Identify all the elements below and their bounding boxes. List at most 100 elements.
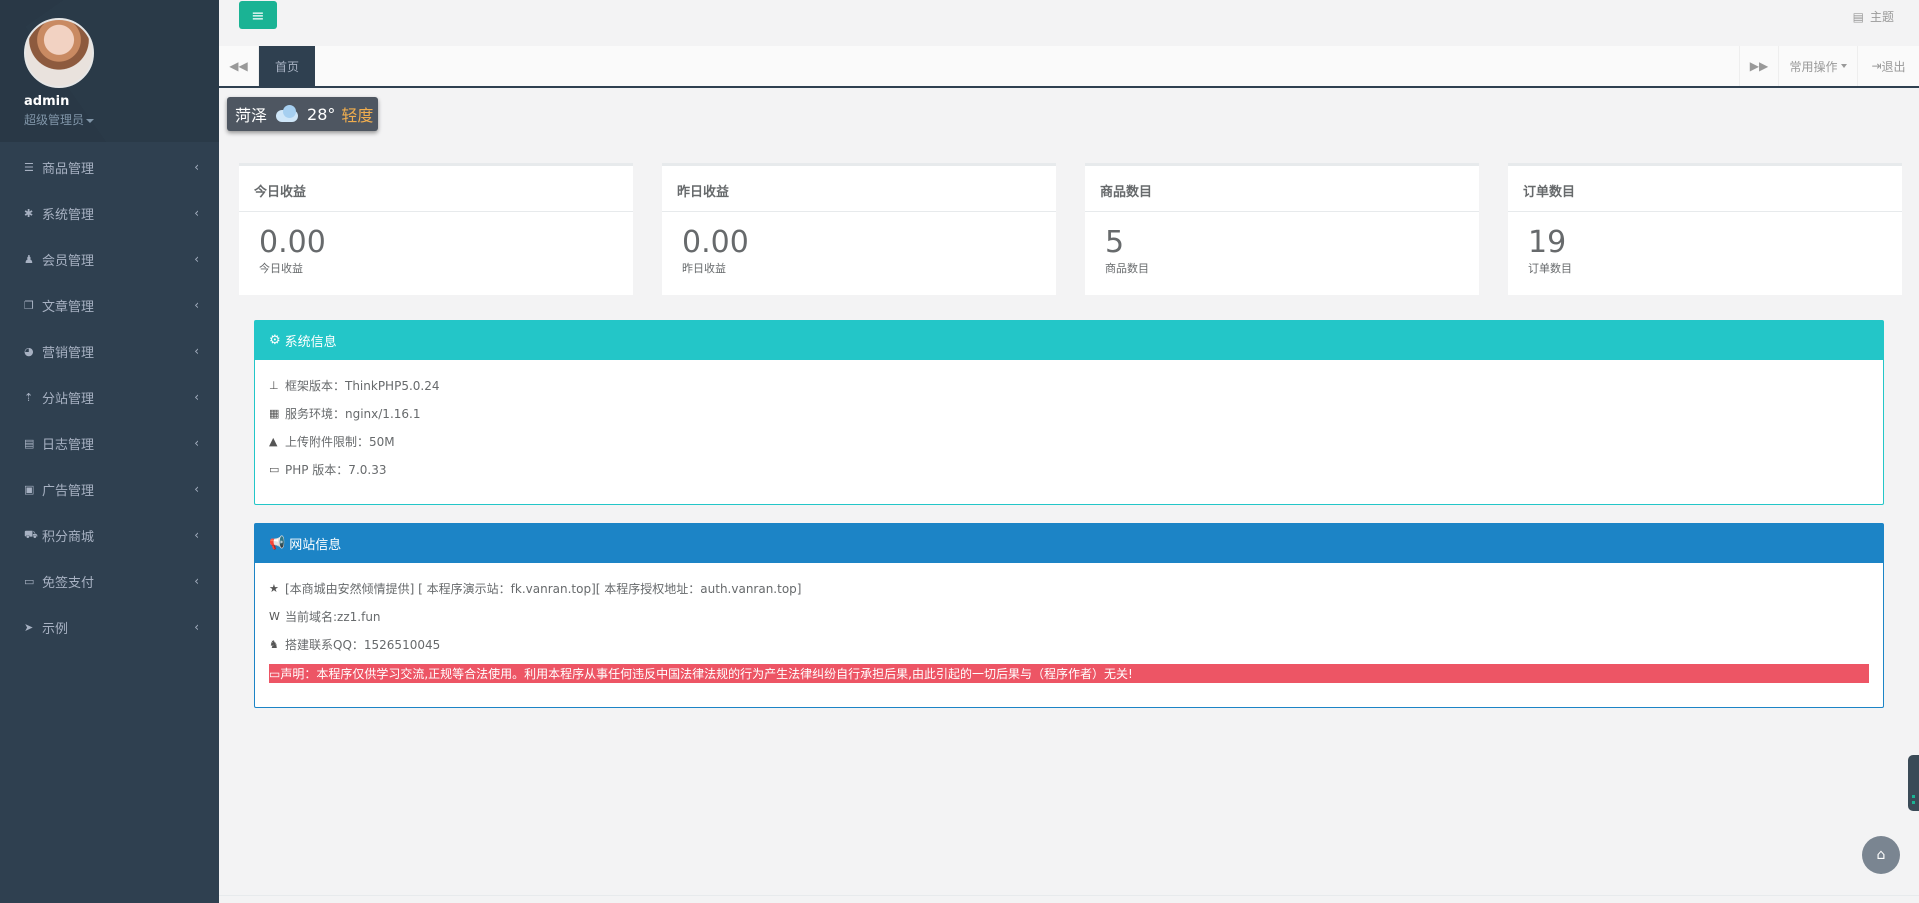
home-icon: ⌂ (1876, 847, 1886, 863)
info-row: W 当前域名:zz1.fun (269, 602, 1869, 630)
panel-title: 系统信息 (284, 335, 337, 350)
stat-card-goods-count: 商品数目 5 商品数目 (1085, 163, 1479, 295)
menu-toggle-button[interactable]: ≡ (239, 1, 277, 29)
bars-icon: ≡ (251, 5, 265, 25)
logout-button[interactable]: ⇥ 退出 (1858, 46, 1919, 86)
panel-title: 网站信息 (289, 538, 342, 553)
star-icon: ★ (269, 581, 279, 595)
wikipedia-icon: W (269, 609, 280, 623)
theme-drawer-handle[interactable] (1908, 755, 1919, 811)
user-role-dropdown[interactable]: 超级管理员 (24, 111, 95, 128)
bars-icon: ☰ (24, 160, 34, 174)
weather-air-quality: 轻度 (341, 106, 374, 125)
disclaimer-notice: ▭ 声明：本程序仅供学习交流,正规等合法使用。利用本程序从事任何违反中国法律法规的… (269, 664, 1869, 683)
sidebar-item-points-mall[interactable]: ⛟ 积分商城 ‹ (0, 512, 219, 558)
common-ops-label: 常用操作 (1789, 59, 1838, 74)
list-icon: ▤ (24, 436, 35, 450)
common-ops-dropdown[interactable]: 常用操作 (1779, 46, 1858, 86)
current-domain: 当前域名:zz1.fun (285, 609, 381, 624)
sidebar-item-payment[interactable]: ▭ 免签支付 ‹ (0, 558, 219, 604)
sidebar-item-label: 积分商城 (42, 529, 95, 545)
cogs-icon: ⚙ (269, 333, 281, 348)
warning-icon: ▲ (269, 434, 278, 448)
stat-value: 5 (1105, 225, 1125, 260)
footer-divider (219, 895, 1919, 896)
sidebar-nav: ☰ 商品管理 ‹ ✱ 系统管理 ‹ ♟ 会员管理 ‹ ❐ 文章管理 ‹ ◕ 营销管理 ‹ ⇡ 分站管理… (0, 144, 219, 650)
stat-title: 今日收益 (239, 166, 633, 212)
chevron-left-icon: ‹ (194, 482, 199, 496)
pie-chart-icon: ◕ (24, 344, 34, 358)
sidebar: admin 超级管理员 ☰ 商品管理 ‹ ✱ 系统管理 ‹ ♟ 会员管理 ‹ ❐ 文章管理 ‹ … (0, 0, 219, 903)
server-icon: ▤ (1852, 9, 1864, 24)
credit-card-icon: ▭ (269, 462, 280, 476)
framework-version: 框架版本：ThinkPHP5.0.24 (285, 378, 440, 393)
server-env: 服务环境：nginx/1.16.1 (285, 406, 421, 421)
main-area: ≡ ▤ 主题 ◀◀ 首页 ▶▶ 常用操作 ⇥ 退出 菏泽 28° 轻度 今日收益 0… (219, 0, 1919, 903)
chevron-left-icon: ‹ (194, 160, 199, 174)
chevron-left-icon: ‹ (194, 620, 199, 634)
tab-home[interactable]: 首页 (259, 46, 315, 86)
tab-scroll-left-button[interactable]: ◀◀ (219, 46, 259, 86)
system-info-panel: ⚙ 系统信息 ⊥ 框架版本：ThinkPHP5.0.24 ▦ 服务环境：nginx/1… (254, 320, 1884, 505)
disclaimer-text: 声明：本程序仅供学习交流,正规等合法使用。利用本程序从事任何违反中国法律法规的行… (280, 667, 1133, 681)
user-name: admin (24, 94, 70, 109)
sidebar-item-articles[interactable]: ❐ 文章管理 ‹ (0, 282, 219, 328)
chevron-left-icon: ‹ (194, 298, 199, 312)
chevron-left-icon: ‹ (194, 436, 199, 450)
sidebar-item-label: 文章管理 (42, 299, 95, 315)
image-icon: ▣ (24, 482, 35, 496)
stat-subtitle: 订单数目 (1528, 262, 1572, 275)
contact-qq: 搭建联系QQ：1526510045 (285, 637, 441, 652)
stat-card-order-count: 订单数目 19 订单数目 (1508, 163, 1902, 295)
sidebar-item-label: 免签支付 (42, 575, 95, 591)
sidebar-item-ads[interactable]: ▣ 广告管理 ‹ (0, 466, 219, 512)
theme-label: 主题 (1869, 10, 1894, 24)
chevron-left-icon: ‹ (194, 252, 199, 266)
avatar[interactable] (24, 18, 94, 88)
stat-title: 昨日收益 (662, 166, 1056, 212)
user-role-label: 超级管理员 (24, 113, 85, 127)
caret-down-icon (86, 118, 95, 123)
sidebar-item-members[interactable]: ♟ 会员管理 ‹ (0, 236, 219, 282)
info-row: ▦ 服务环境：nginx/1.16.1 (269, 399, 1869, 427)
credit-card-icon: ▭ (269, 666, 281, 681)
info-row: ▭ PHP 版本：7.0.33 (269, 455, 1869, 483)
sidebar-item-goods[interactable]: ☰ 商品管理 ‹ (0, 144, 219, 190)
logout-label: 退出 (1881, 59, 1906, 74)
sidebar-item-substation[interactable]: ⇡ 分站管理 ‹ (0, 374, 219, 420)
info-row: ▲ 上传附件限制：50M (269, 427, 1869, 455)
sidebar-item-label: 会员管理 (42, 253, 95, 269)
stat-value: 19 (1528, 225, 1567, 260)
panel-heading: ⚙ 系统信息 (255, 321, 1883, 360)
stat-value: 0.00 (259, 225, 326, 260)
weather-city: 菏泽 (235, 106, 268, 125)
stat-subtitle: 昨日收益 (682, 262, 726, 275)
sidebar-item-logs[interactable]: ▤ 日志管理 ‹ (0, 420, 219, 466)
forward-icon: ▶▶ (1749, 59, 1769, 73)
stat-subtitle: 今日收益 (259, 262, 303, 275)
top-bar: ≡ ▤ 主题 (219, 0, 1919, 46)
sidebar-item-marketing[interactable]: ◕ 营销管理 ‹ (0, 328, 219, 374)
backward-icon: ◀◀ (229, 59, 248, 73)
cloud-icon (273, 104, 301, 124)
theme-link[interactable]: ▤ 主题 (1853, 8, 1894, 25)
sidebar-item-system[interactable]: ✱ 系统管理 ‹ (0, 190, 219, 236)
panel-heading: 📢 网站信息 (255, 524, 1883, 563)
tab-bar: ◀◀ 首页 ▶▶ 常用操作 ⇥ 退出 (219, 46, 1919, 88)
upload-icon: ⇡ (24, 390, 34, 404)
stat-title: 商品数目 (1085, 166, 1479, 212)
sitemap-icon: ⊥ (269, 378, 279, 392)
home-button[interactable]: ⌂ (1862, 836, 1900, 874)
sidebar-item-label: 示例 (42, 621, 69, 637)
site-info-panel: 📢 网站信息 ★ [本商城由安然倾情提供] [ 本程序演示站：fk.vanran.t… (254, 523, 1884, 708)
tab-scroll-right-button[interactable]: ▶▶ (1739, 46, 1779, 86)
chevron-left-icon: ‹ (194, 528, 199, 542)
chevron-left-icon: ‹ (194, 344, 199, 358)
sidebar-item-examples[interactable]: ➤ 示例 ‹ (0, 604, 219, 650)
info-row: ♞ 搭建联系QQ：1526510045 (269, 630, 1869, 658)
stat-subtitle: 商品数目 (1105, 262, 1149, 275)
php-version: PHP 版本：7.0.33 (285, 462, 387, 477)
copy-icon: ❐ (24, 298, 34, 312)
chevron-left-icon: ‹ (194, 390, 199, 404)
profile-header: admin 超级管理员 (0, 0, 219, 142)
